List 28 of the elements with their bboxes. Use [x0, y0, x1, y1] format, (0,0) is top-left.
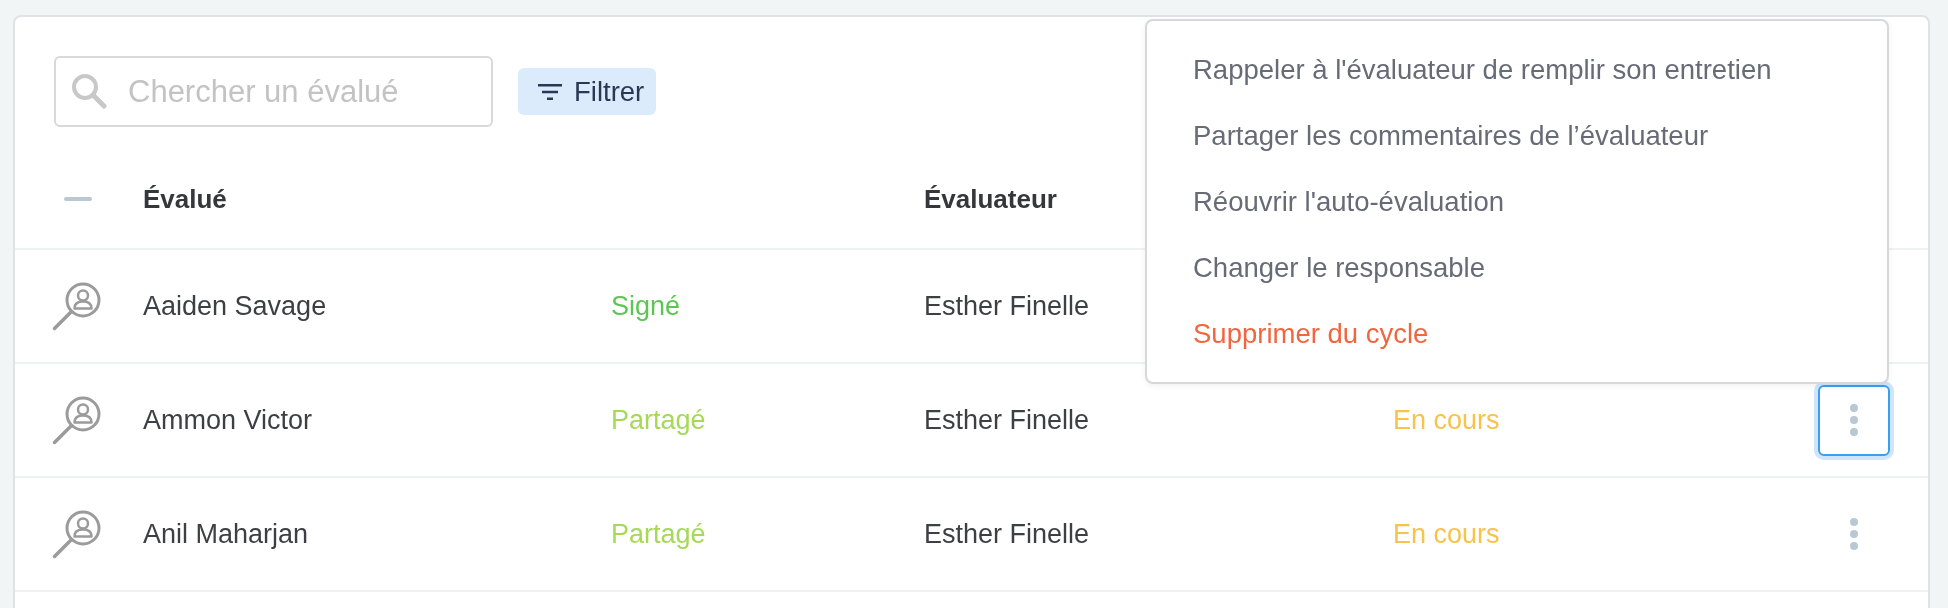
- person-search-icon: [52, 509, 102, 559]
- person-search-icon: [52, 395, 102, 445]
- name-cell: Anil Maharjan: [143, 518, 309, 549]
- menu-item[interactable]: Partager les commentaires de l’évaluateur: [1147, 103, 1887, 169]
- name-cell: Aaiden Savage: [143, 290, 327, 321]
- search-field[interactable]: Chercher un évalué: [54, 56, 493, 127]
- filter-icon: [538, 83, 562, 100]
- menu-item[interactable]: Changer le responsable: [1147, 235, 1887, 301]
- evaluator-cell: Esther Finelle: [924, 404, 1090, 435]
- status-cell: En cours: [1393, 518, 1500, 549]
- person-search-icon: [52, 281, 102, 331]
- more-icon: [1850, 518, 1858, 550]
- column-header: Évalué: [143, 183, 227, 214]
- menu-item[interactable]: Supprimer du cycle: [1147, 301, 1887, 367]
- evaluator-cell: Esther Finelle: [924, 518, 1090, 549]
- status-cell: Signé: [611, 290, 681, 321]
- column-header: Évaluateur: [924, 183, 1057, 214]
- name-cell: Ammon Victor: [143, 404, 313, 435]
- status-cell: Partagé: [611, 404, 706, 435]
- more-icon: [1850, 404, 1858, 436]
- menu-item[interactable]: Réouvrir l'auto-évaluation: [1147, 169, 1887, 235]
- search-icon: [71, 73, 107, 109]
- status-cell: En cours: [1393, 404, 1500, 435]
- evaluator-cell: Esther Finelle: [924, 290, 1090, 321]
- status-cell: Partagé: [611, 518, 706, 549]
- minus-icon[interactable]: [64, 197, 92, 201]
- filter-button[interactable]: Filtrer: [518, 68, 657, 115]
- menu-item[interactable]: Rappeler à l'évaluateur de remplir son entretien: [1147, 37, 1887, 103]
